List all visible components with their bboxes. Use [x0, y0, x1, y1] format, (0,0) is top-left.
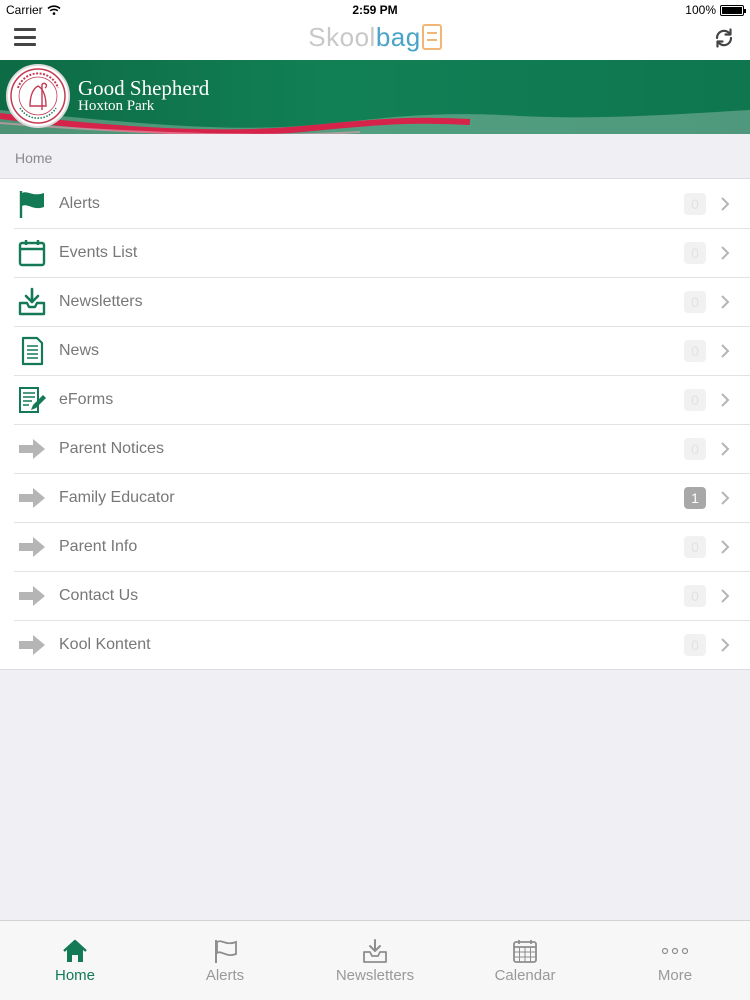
- more-dots-icon: [661, 937, 689, 965]
- school-location: Hoxton Park: [78, 98, 155, 114]
- menu-item-label: Contact Us: [59, 586, 139, 604]
- menu-item-parent-notices[interactable]: Parent Notices 0: [0, 424, 750, 473]
- tab-more[interactable]: More: [600, 921, 750, 1000]
- menu-item-label: Newsletters: [59, 292, 143, 310]
- chevron-right-icon: [721, 539, 730, 554]
- tab-label: Calendar: [494, 967, 556, 984]
- calendar-grid-icon: [511, 937, 539, 965]
- menu-item-label: Events List: [59, 243, 138, 261]
- tab-label: Alerts: [205, 967, 245, 984]
- inbox-download-icon: [361, 937, 389, 965]
- chevron-right-icon: [721, 294, 730, 309]
- chevron-right-icon: [721, 392, 730, 407]
- count-badge: 0: [684, 584, 706, 607]
- count-badge: 1: [684, 486, 706, 509]
- battery-percent: 100%: [685, 3, 716, 17]
- chevron-right-icon: [721, 588, 730, 603]
- menu-item-kool-kontent[interactable]: Kool Kontent 0: [0, 620, 750, 669]
- battery-icon: [720, 4, 746, 16]
- brand-part-1: Skool: [308, 22, 376, 52]
- arrow-right-icon: [17, 483, 47, 513]
- calendar-icon: [17, 238, 47, 268]
- chevron-right-icon: [721, 637, 730, 652]
- arrow-right-icon: [17, 532, 47, 562]
- menu-item-label: News: [59, 341, 100, 359]
- menu-item-label: Parent Info: [59, 537, 138, 555]
- count-badge: 0: [684, 241, 706, 264]
- tab-label: Home: [54, 967, 95, 984]
- tab-calendar[interactable]: Calendar: [450, 921, 600, 1000]
- menu-item-eforms[interactable]: eForms 0: [0, 375, 750, 424]
- refresh-button[interactable]: [712, 26, 736, 50]
- flag-icon: [17, 189, 47, 219]
- form-edit-icon: [17, 385, 47, 415]
- main-menu-list: Alerts 0 Events List 0 Newsletters 0 New…: [0, 178, 750, 670]
- bottom-tab-bar: Home Alerts Newsletters Calendar More: [0, 920, 750, 1000]
- arrow-right-icon: [17, 434, 47, 464]
- menu-item-label: Kool Kontent: [59, 635, 151, 653]
- count-badge: 0: [684, 437, 706, 460]
- status-time: 2:59 PM: [352, 3, 398, 17]
- app-brand-logo: Skoolbag: [0, 22, 750, 53]
- books-icon: [421, 24, 442, 50]
- count-badge: 0: [684, 339, 706, 362]
- menu-item-parent-info[interactable]: Parent Info 0: [0, 522, 750, 571]
- menu-item-contact-us[interactable]: Contact Us 0: [0, 571, 750, 620]
- menu-item-news[interactable]: News 0: [0, 326, 750, 375]
- tab-home[interactable]: Home: [0, 921, 150, 1000]
- arrow-right-icon: [17, 581, 47, 611]
- tab-newsletters[interactable]: Newsletters: [300, 921, 450, 1000]
- tab-label: Newsletters: [335, 967, 415, 984]
- crest-icon: [10, 68, 66, 124]
- school-banner: Good Shepherd Hoxton Park: [0, 60, 750, 134]
- chevron-right-icon: [721, 245, 730, 260]
- count-badge: 0: [684, 290, 706, 313]
- tab-label: More: [657, 967, 693, 984]
- inbox-download-icon: [17, 287, 47, 317]
- count-badge: 0: [684, 388, 706, 411]
- menu-item-label: Parent Notices: [59, 439, 164, 457]
- menu-item-events-list[interactable]: Events List 0: [0, 228, 750, 277]
- breadcrumb: Home: [15, 150, 53, 166]
- count-badge: 0: [684, 192, 706, 215]
- battery-info: 100%: [685, 3, 746, 17]
- count-badge: 0: [684, 633, 706, 656]
- refresh-icon: [715, 28, 733, 48]
- menu-item-label: Alerts: [59, 194, 100, 212]
- brand-part-2: bag: [375, 22, 421, 52]
- menu-item-label: eForms: [59, 390, 114, 408]
- count-badge: 0: [684, 535, 706, 558]
- chevron-right-icon: [721, 343, 730, 358]
- menu-item-newsletters[interactable]: Newsletters 0: [0, 277, 750, 326]
- menu-item-alerts[interactable]: Alerts 0: [0, 179, 750, 228]
- chevron-right-icon: [721, 490, 730, 505]
- menu-item-family-educator[interactable]: Family Educator 1: [0, 473, 750, 522]
- arrow-right-icon: [17, 630, 47, 660]
- chevron-right-icon: [721, 196, 730, 211]
- document-icon: [17, 336, 47, 366]
- tab-alerts[interactable]: Alerts: [150, 921, 300, 1000]
- school-crest-logo: [6, 64, 70, 128]
- status-bar: Carrier 2:59 PM 100%: [0, 0, 750, 20]
- chevron-right-icon: [721, 441, 730, 456]
- nav-bar: Skoolbag: [0, 20, 750, 60]
- flag-icon: [211, 937, 239, 965]
- menu-item-label: Family Educator: [59, 488, 175, 506]
- home-icon: [61, 937, 89, 965]
